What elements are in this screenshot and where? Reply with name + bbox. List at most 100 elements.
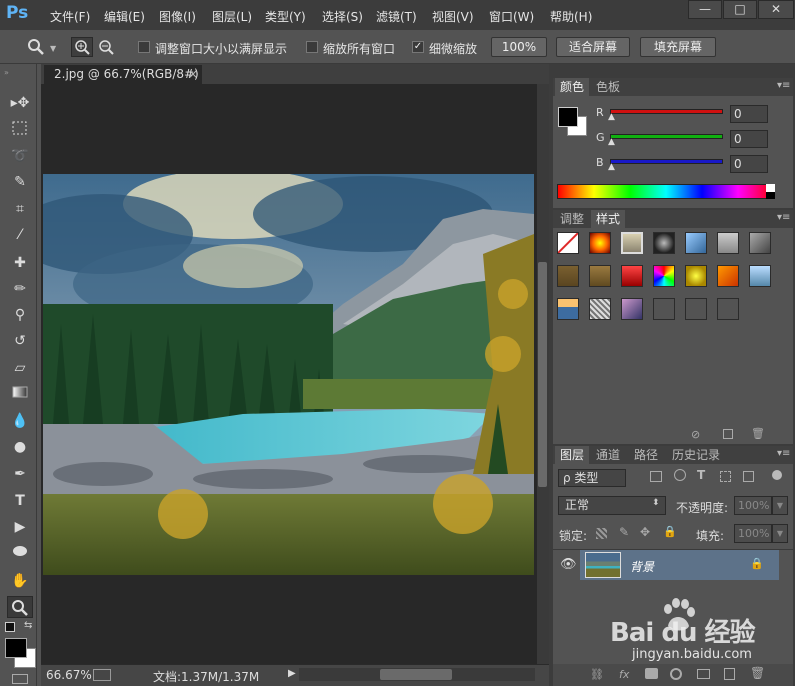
menu-view[interactable]: 视图(V) xyxy=(432,8,474,25)
opacity-chevron-icon[interactable]: ▼ xyxy=(772,496,788,515)
eraser-tool-icon[interactable]: ▱ xyxy=(9,357,31,379)
g-value[interactable]: 0 xyxy=(730,130,768,148)
style-swatch[interactable] xyxy=(589,232,611,254)
new-layer-icon[interactable] xyxy=(724,668,735,680)
path-select-tool-icon[interactable]: ▶ xyxy=(9,516,31,538)
color-panel-menu-icon[interactable]: ▾≡ xyxy=(777,80,790,91)
opacity-value[interactable]: 100% xyxy=(734,496,772,515)
layers-panel-menu-icon[interactable]: ▾≡ xyxy=(777,448,790,459)
status-menu-arrow-icon[interactable]: ▶ xyxy=(288,668,296,679)
tab-adjustments[interactable]: 调整 xyxy=(555,210,589,228)
style-swatch[interactable] xyxy=(653,265,675,287)
menu-type[interactable]: 类型(Y) xyxy=(265,8,306,25)
move-tool-icon[interactable]: ▸✥ xyxy=(9,92,31,114)
hand-tool-icon[interactable]: ✋ xyxy=(9,570,31,592)
fit-screen-button[interactable]: 适合屏幕 xyxy=(556,37,630,57)
lasso-tool-icon[interactable]: ➰ xyxy=(9,145,31,167)
brush-tool-icon[interactable]: ✏ xyxy=(9,278,31,300)
maximize-button[interactable]: □ xyxy=(723,0,757,19)
visibility-eye-icon[interactable]: 👁 xyxy=(560,557,577,572)
blur-tool-icon[interactable]: 💧 xyxy=(9,410,31,432)
tab-styles[interactable]: 样式 xyxy=(591,210,626,228)
style-swatch[interactable] xyxy=(557,298,579,320)
style-swatch[interactable] xyxy=(717,265,739,287)
color-spectrum-ramp[interactable] xyxy=(557,184,775,199)
zoom-out-icon[interactable] xyxy=(97,38,117,58)
marquee-tool-icon[interactable] xyxy=(9,119,31,141)
quick-mask-icon[interactable] xyxy=(12,674,28,684)
style-swatch[interactable] xyxy=(749,265,771,287)
r-slider-thumb-icon[interactable]: ▲ xyxy=(608,112,615,122)
zoom-all-checkbox[interactable] xyxy=(306,41,318,53)
b-slider-thumb-icon[interactable]: ▲ xyxy=(608,162,615,172)
color-fg-swatch[interactable] xyxy=(558,107,578,127)
type-tool-icon[interactable]: T xyxy=(9,490,31,512)
spectrum-white-swatch[interactable] xyxy=(766,184,775,192)
style-swatch[interactable] xyxy=(621,265,643,287)
g-slider[interactable] xyxy=(610,134,723,139)
style-swatch[interactable] xyxy=(749,232,771,254)
filter-adjustment-icon[interactable] xyxy=(674,469,686,481)
style-swatch[interactable] xyxy=(589,265,611,287)
layer-name[interactable]: 背景 xyxy=(630,558,654,575)
style-swatch[interactable] xyxy=(621,232,643,254)
healing-brush-tool-icon[interactable]: ✚ xyxy=(9,252,31,274)
style-swatch[interactable] xyxy=(621,298,643,320)
crop-tool-icon[interactable]: ⌗ xyxy=(9,198,31,220)
menu-window[interactable]: 窗口(W) xyxy=(489,8,534,25)
gradient-tool-icon[interactable] xyxy=(9,383,31,405)
document-tab[interactable]: 2.jpg @ 66.7%(RGB/8#) xyxy=(44,65,202,84)
toolbar-collapse-icon[interactable]: » xyxy=(4,68,9,77)
menu-layer[interactable]: 图层(L) xyxy=(212,8,252,25)
lock-pixels-icon[interactable]: ✎ xyxy=(619,525,629,539)
r-value[interactable]: 0 xyxy=(730,105,768,123)
resize-windows-checkbox[interactable] xyxy=(138,41,150,53)
tab-swatches[interactable]: 色板 xyxy=(591,78,625,96)
fill-value[interactable]: 100% xyxy=(734,524,772,543)
horizontal-scroll-thumb[interactable] xyxy=(380,669,452,680)
style-swatch[interactable] xyxy=(685,298,707,320)
tab-paths[interactable]: 路径 xyxy=(629,446,663,464)
menu-select[interactable]: 选择(S) xyxy=(322,8,363,25)
zoom-tool-active-icon[interactable] xyxy=(7,596,33,618)
menu-filter[interactable]: 滤镜(T) xyxy=(376,8,417,25)
menu-edit[interactable]: 编辑(E) xyxy=(104,8,145,25)
style-swatch[interactable] xyxy=(653,232,675,254)
new-style-icon[interactable] xyxy=(723,429,733,439)
quick-select-tool-icon[interactable]: ✎ xyxy=(9,171,31,193)
vertical-scroll-thumb[interactable] xyxy=(538,262,547,487)
tool-preset-chevron-icon[interactable]: ▼ xyxy=(50,44,56,53)
link-layers-icon[interactable]: ⛓ xyxy=(590,668,604,681)
status-preview-icon[interactable] xyxy=(93,669,111,681)
lock-position-icon[interactable]: ✥ xyxy=(640,525,650,539)
menu-help[interactable]: 帮助(H) xyxy=(550,8,592,25)
style-swatch[interactable] xyxy=(717,232,739,254)
g-slider-thumb-icon[interactable]: ▲ xyxy=(608,137,615,147)
adjustment-layer-icon[interactable] xyxy=(670,668,682,680)
spectrum-black-swatch[interactable] xyxy=(766,192,775,199)
fill-chevron-icon[interactable]: ▼ xyxy=(772,524,788,543)
tab-layers[interactable]: 图层 xyxy=(555,446,590,464)
swap-colors-icon[interactable]: ⇆ xyxy=(24,620,32,631)
clone-stamp-tool-icon[interactable]: ⚲ xyxy=(9,304,31,326)
style-swatch[interactable] xyxy=(653,298,675,320)
lock-transparent-icon[interactable] xyxy=(596,528,607,539)
ellipse-tool-icon[interactable] xyxy=(9,542,31,564)
tab-color[interactable]: 颜色 xyxy=(555,78,590,96)
add-mask-icon[interactable] xyxy=(645,668,658,679)
delete-layer-icon[interactable]: 🗑 xyxy=(750,666,765,680)
layer-thumbnail[interactable] xyxy=(585,552,621,578)
tab-history[interactable]: 历史记录 xyxy=(667,446,725,464)
layer-style-fx-icon[interactable]: fx xyxy=(619,668,629,681)
dodge-tool-icon[interactable]: ● xyxy=(9,436,31,458)
fill-screen-button[interactable]: 填充屏幕 xyxy=(640,37,716,57)
close-button[interactable]: ✕ xyxy=(758,0,794,19)
zoom-in-icon[interactable] xyxy=(71,37,93,57)
history-brush-tool-icon[interactable]: ↺ xyxy=(9,330,31,352)
zoom-100-button[interactable]: 100% xyxy=(491,37,547,57)
style-swatch[interactable] xyxy=(557,265,579,287)
tab-channels[interactable]: 通道 xyxy=(591,446,625,464)
document-close-icon[interactable]: × xyxy=(188,67,198,81)
filter-shape-icon[interactable] xyxy=(720,471,731,482)
eyedropper-tool-icon[interactable]: ⁄ xyxy=(9,224,31,246)
